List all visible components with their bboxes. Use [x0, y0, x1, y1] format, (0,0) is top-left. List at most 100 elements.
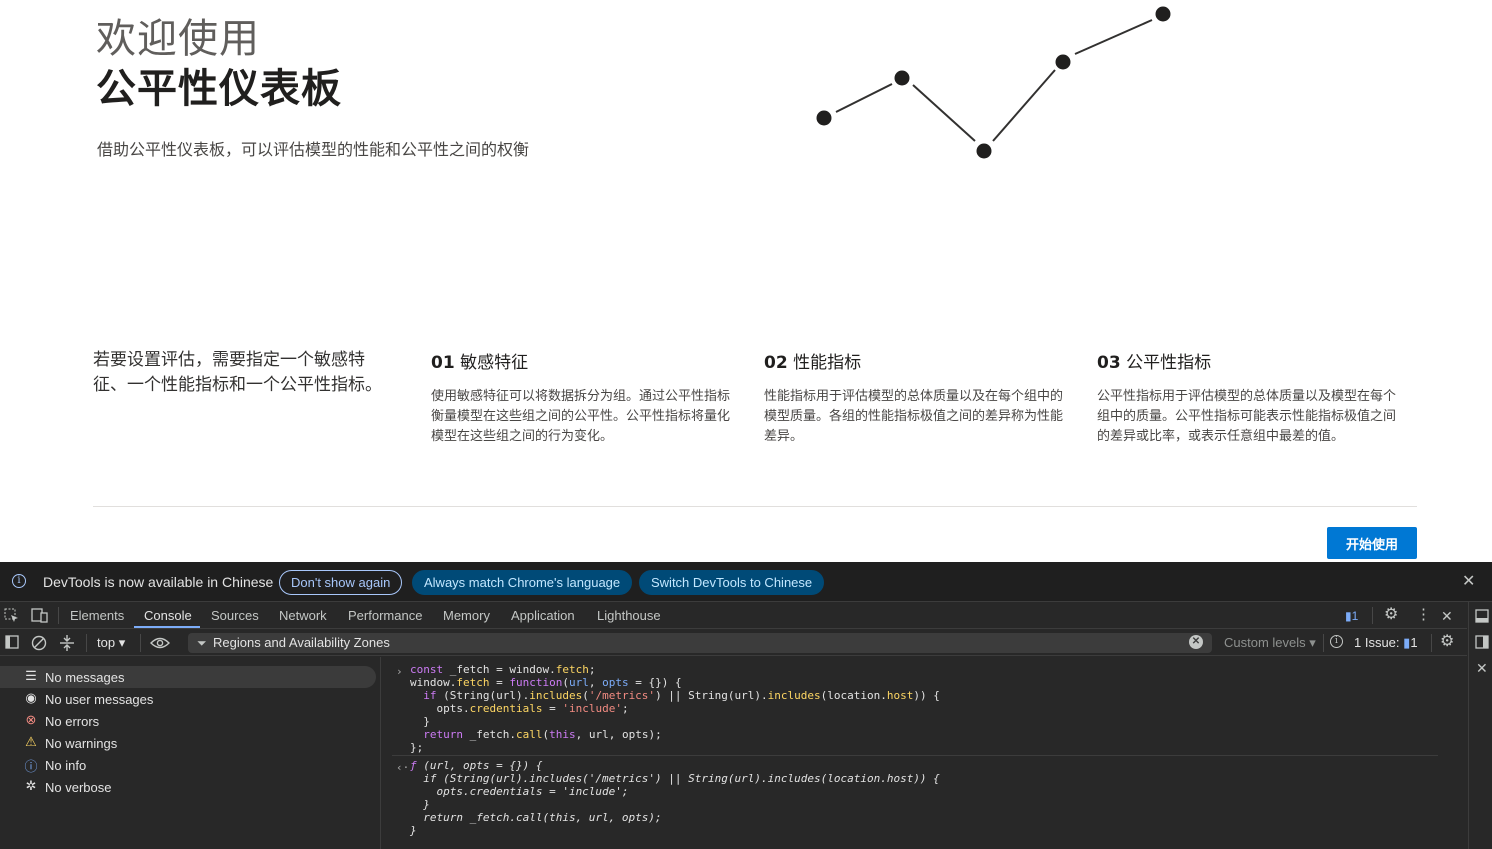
sidebar-item-label: No warnings	[45, 736, 118, 751]
tab-application[interactable]: Application	[511, 608, 575, 623]
sidebar-item-verbose[interactable]: ✲ No verbose	[0, 776, 376, 798]
step-description: 性能指标用于评估模型的总体质量以及在每个组中的模型质量。各组的性能指标极值之间的…	[764, 389, 1064, 444]
console-result-line: return _fetch.call(this, url, opts);	[410, 811, 662, 824]
log-levels-value: Custom levels	[1224, 635, 1306, 650]
tab-elements[interactable]: Elements	[70, 608, 124, 623]
warning-icon: ⚠	[25, 734, 37, 749]
settings-gear-icon[interactable]: ⚙	[1384, 607, 1398, 623]
toolbar-separator	[140, 634, 141, 652]
infobar-message: DevTools is now available in Chinese	[43, 574, 274, 590]
console-entry-separator	[392, 755, 1438, 756]
inspect-element-icon[interactable]	[4, 608, 19, 623]
tab-memory[interactable]: Memory	[443, 608, 490, 623]
console-input-line: return _fetch.call(this, url, opts);	[423, 728, 662, 741]
context-value: top	[97, 635, 116, 650]
issues-counter[interactable]: 1 Issue: ▮1	[1354, 636, 1418, 650]
step-title: 01 敏感特征	[431, 353, 529, 373]
step-performance-metric: 02 性能指标 性能指标用于评估模型的总体质量以及在每个组中的模型质量。各组的性…	[764, 348, 1064, 447]
console-filter-input[interactable]: ⏷ Regions and Availability Zones ✕	[188, 633, 1212, 653]
console-output[interactable]: › const _fetch = window.fetch; window.fe…	[382, 657, 1467, 849]
get-started-button[interactable]: 开始使用	[1327, 527, 1417, 559]
log-levels-select[interactable]: Custom levels ▾	[1224, 636, 1316, 650]
tab-network[interactable]: Network	[279, 608, 327, 623]
sidebar-item-messages[interactable]: ☰ No messages	[0, 666, 376, 688]
user-icon: ◉	[25, 690, 37, 705]
console-sidebar: ☰ No messages ◉ No user messages ⊗ No er…	[0, 657, 381, 849]
step-title: 02 性能指标	[764, 353, 862, 373]
close-devtools-icon[interactable]: ✕	[1441, 609, 1453, 623]
more-options-icon[interactable]: ⋮	[1416, 607, 1431, 622]
toolbar-separator	[1323, 634, 1324, 652]
hero-line-illustration	[816, 6, 1171, 159]
console-input-line: }	[410, 715, 430, 728]
sidebar-item-label: No errors	[45, 714, 100, 729]
create-live-expression-icon[interactable]	[59, 634, 75, 652]
fairness-dashboard-page: 欢迎使用 公平性仪表板 借助公平性仪表板，可以评估模型的性能和公平性之间的权衡 …	[0, 0, 1492, 562]
eye-icon[interactable]	[150, 636, 170, 650]
console-result-line: ƒ (url, opts = {}) {	[410, 759, 543, 772]
tab-performance[interactable]: Performance	[348, 608, 422, 623]
console-result-line: }	[410, 798, 430, 811]
console-input-line: };	[410, 741, 424, 754]
language-infobar: i DevTools is now available in Chinese D…	[0, 562, 1492, 602]
tab-sources[interactable]: Sources	[211, 608, 259, 623]
sidebar-item-info[interactable]: ⓘ No info	[0, 754, 376, 776]
issues-badge[interactable]: ▮1	[1345, 609, 1358, 623]
tab-console[interactable]: Console	[144, 608, 192, 623]
sidebar-item-errors[interactable]: ⊗ No errors	[0, 710, 376, 732]
step-title: 03 公平性指标	[1097, 353, 1212, 373]
filter-funnel-icon: ⏷	[197, 636, 207, 650]
issues-badge-count: 1	[1351, 609, 1359, 623]
devtools-tabbar: Elements Console Sources Network Perform…	[0, 602, 1467, 629]
always-match-language-button[interactable]: Always match Chrome's language	[412, 570, 633, 595]
console-result-line: if (String(url).includes('/metrics') || …	[410, 772, 940, 785]
dont-show-again-button[interactable]: Don't show again	[279, 570, 403, 595]
execution-context-select[interactable]: top ▾	[97, 635, 125, 651]
step-description: 使用敏感特征可以将数据拆分为组。通过公平性指标衡量模型在这些组之间的公平性。公平…	[431, 389, 731, 444]
sidebar-item-label: No user messages	[45, 692, 154, 707]
list-icon: ☰	[25, 668, 37, 683]
input-prompt-icon: ›	[396, 665, 403, 678]
toolbar-separator	[58, 607, 59, 624]
step-description: 公平性指标用于评估模型的总体质量以及模型在每个组中的质量。公平性指标可能表示性能…	[1097, 389, 1397, 444]
devtools-panel: i DevTools is now available in Chinese D…	[0, 562, 1492, 849]
sidebar-item-user-messages[interactable]: ◉ No user messages	[0, 688, 376, 710]
console-input-line: opts.credentials = 'include';	[410, 702, 629, 715]
toolbar-separator	[1431, 634, 1432, 652]
tab-lighthouse[interactable]: Lighthouse	[597, 608, 661, 623]
sidebar-item-label: No messages	[45, 670, 125, 685]
devtools-right-rail: ✕	[1468, 602, 1492, 849]
step-fairness-metric: 03 公平性指标 公平性指标用于评估模型的总体质量以及模型在每个组中的质量。公平…	[1097, 348, 1397, 447]
active-tab-indicator	[134, 626, 200, 628]
console-result-line: opts.credentials = 'include';	[410, 785, 629, 798]
issues-label: 1 Issue:	[1354, 635, 1400, 650]
console-input-line: const _fetch = window.fetch;	[410, 663, 596, 676]
info-circle-icon: i	[1330, 635, 1343, 648]
step-sensitive-feature: 01 敏感特征 使用敏感特征可以将数据拆分为组。通过公平性指标衡量模型在这些组之…	[431, 348, 731, 447]
console-input-line: if (String(url).includes('/metrics') || …	[423, 689, 940, 702]
dock-bottom-icon[interactable]	[1475, 609, 1490, 623]
toolbar-separator	[1372, 607, 1373, 624]
section-divider	[93, 506, 1417, 507]
clear-console-icon[interactable]	[31, 635, 47, 651]
console-result-line: }	[410, 824, 417, 837]
sidebar-toggle-icon[interactable]	[5, 635, 20, 650]
sidebar-item-label: No info	[45, 758, 87, 773]
close-drawer-icon[interactable]: ✕	[1476, 661, 1488, 675]
clear-filter-icon[interactable]: ✕	[1189, 635, 1203, 649]
toolbar-separator	[86, 634, 87, 652]
error-icon: ⊗	[25, 712, 37, 727]
console-settings-gear-icon[interactable]: ⚙	[1440, 634, 1454, 650]
console-input-line: window.fetch = function(url, opts = {}) …	[410, 676, 682, 689]
dock-side-icon[interactable]	[1475, 635, 1490, 649]
result-arrow-icon: ‹·	[396, 761, 410, 774]
sidebar-item-label: No verbose	[45, 780, 112, 795]
bug-icon: ✲	[25, 778, 37, 793]
close-infobar-icon[interactable]: ✕	[1462, 574, 1475, 590]
console-filterbar: top ▾ ⏷ Regions and Availability Zones ✕…	[0, 630, 1467, 656]
switch-to-chinese-button[interactable]: Switch DevTools to Chinese	[639, 570, 825, 595]
filter-value: Regions and Availability Zones	[213, 635, 390, 650]
info-icon: ⓘ	[24, 759, 38, 774]
sidebar-item-warnings[interactable]: ⚠ No warnings	[0, 732, 376, 754]
device-toolbar-icon[interactable]	[31, 608, 48, 623]
